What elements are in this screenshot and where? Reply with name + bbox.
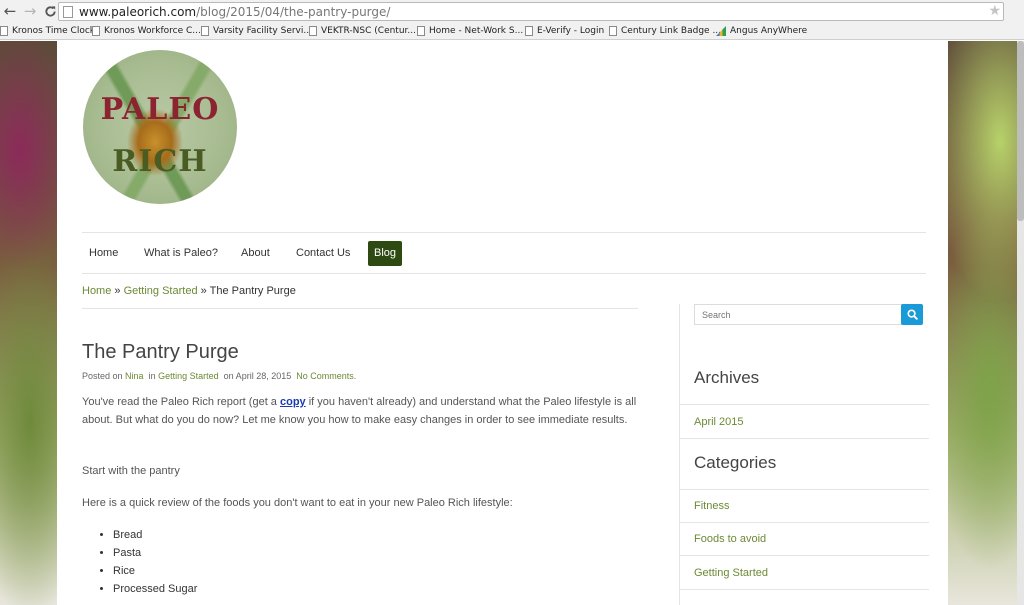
logo-text-bottom: RICH [112,144,208,179]
archive-link[interactable]: April 2015 [694,416,744,428]
site-content: PALEO RICH Home What is Paleo? About Con… [57,41,948,605]
back-icon[interactable]: ← [0,1,20,21]
category-link[interactable]: Foods to avoid [694,533,766,545]
page-icon [417,26,425,36]
page-scrollbar[interactable] [1017,41,1024,605]
page-icon [525,26,533,36]
nav-blog[interactable]: Blog [368,241,403,266]
divider [680,589,929,590]
category-link[interactable]: Fitness [694,500,729,512]
breadcrumb-category[interactable]: Getting Started [124,285,198,297]
nav-home[interactable]: Home [83,241,124,266]
list-item: Pasta [113,544,197,562]
page-icon [63,5,73,18]
list-item: Processed Sugar [113,580,197,598]
bookmark-item[interactable]: E-Verify - Login [525,23,604,39]
sidebar: Archives April 2015 Categories Fitness F… [679,304,929,605]
post-comments-link[interactable]: No Comments. [296,371,356,381]
divider [680,438,929,439]
page-icon [609,26,617,36]
post-meta: Posted on Nina in Getting Started on Apr… [82,371,357,381]
forward-icon[interactable]: → [20,1,40,21]
search-icon [906,309,918,320]
scrollbar-thumb[interactable] [1017,41,1024,221]
divider [82,308,638,309]
post-paragraph: Start with the pantry [82,465,180,477]
page-icon [92,26,100,36]
page-icon [0,26,8,36]
list-item: Bread [113,526,197,544]
bookmark-item[interactable]: Varsity Facility Servi... [201,23,312,39]
divider [680,489,929,490]
bookmark-item[interactable]: Home - Net-Work S... [417,23,523,39]
breadcrumb-home[interactable]: Home [82,285,111,297]
category-link[interactable]: Getting Started [694,567,768,579]
bookmarks-bar: Kronos Time Clock Kronos Workforce C... … [0,22,1024,40]
main-navigation: Home What is Paleo? About Contact Us Blo… [82,232,926,274]
categories-title: Categories [694,453,777,472]
post-author-link[interactable]: Nina [125,371,144,381]
reload-icon[interactable] [40,1,60,21]
bookmark-item[interactable]: Kronos Time Clock [0,23,95,39]
search-button[interactable] [901,304,923,325]
bookmark-item[interactable]: VEKTR-NSC (Centur... [309,23,416,39]
post-paragraph: Here is a quick review of the foods you … [82,497,513,509]
search-input[interactable] [694,304,902,325]
nav-about[interactable]: About [235,241,276,266]
post-category-link[interactable]: Getting Started [158,371,219,381]
post-title[interactable]: The Pantry Purge [82,341,239,364]
nav-what-is-paleo[interactable]: What is Paleo? [138,241,224,266]
site-logo[interactable]: PALEO RICH [83,50,237,204]
post-paragraph: You've read the Paleo Rich report (get a… [82,396,637,426]
divider [680,522,929,523]
page-viewport: PALEO RICH Home What is Paleo? About Con… [0,41,1024,605]
bookmark-star-icon[interactable]: ★ [988,3,1001,20]
divider [680,555,929,556]
browser-toolbar: ← → www.paleorich.com/blog/2015/04/the-p… [0,0,1024,22]
logo-text-top: PALEO [100,92,220,127]
breadcrumb-current: The Pantry Purge [209,285,296,297]
url-text: www.paleorich.com/blog/2015/04/the-pantr… [79,4,391,19]
bookmark-item[interactable]: Century Link Badge ... [609,23,721,39]
bookmark-item[interactable]: Kronos Workforce C... [92,23,201,39]
chart-icon [716,26,726,36]
archives-title: Archives [694,368,760,387]
list-item: Rice [113,562,197,580]
nav-contact-us[interactable]: Contact Us [290,241,356,266]
page-icon [309,26,317,36]
page-icon [201,26,209,36]
divider [680,404,929,405]
bookmark-item[interactable]: Angus AnyWhere [716,23,807,39]
foods-list: Bread Pasta Rice Processed Sugar [99,526,197,598]
breadcrumb: Home » Getting Started » The Pantry Purg… [82,285,296,297]
address-bar[interactable]: www.paleorich.com/blog/2015/04/the-pantr… [58,2,1004,21]
post-date: on April 28, 2015 [223,371,292,381]
copy-link[interactable]: copy [280,396,306,408]
